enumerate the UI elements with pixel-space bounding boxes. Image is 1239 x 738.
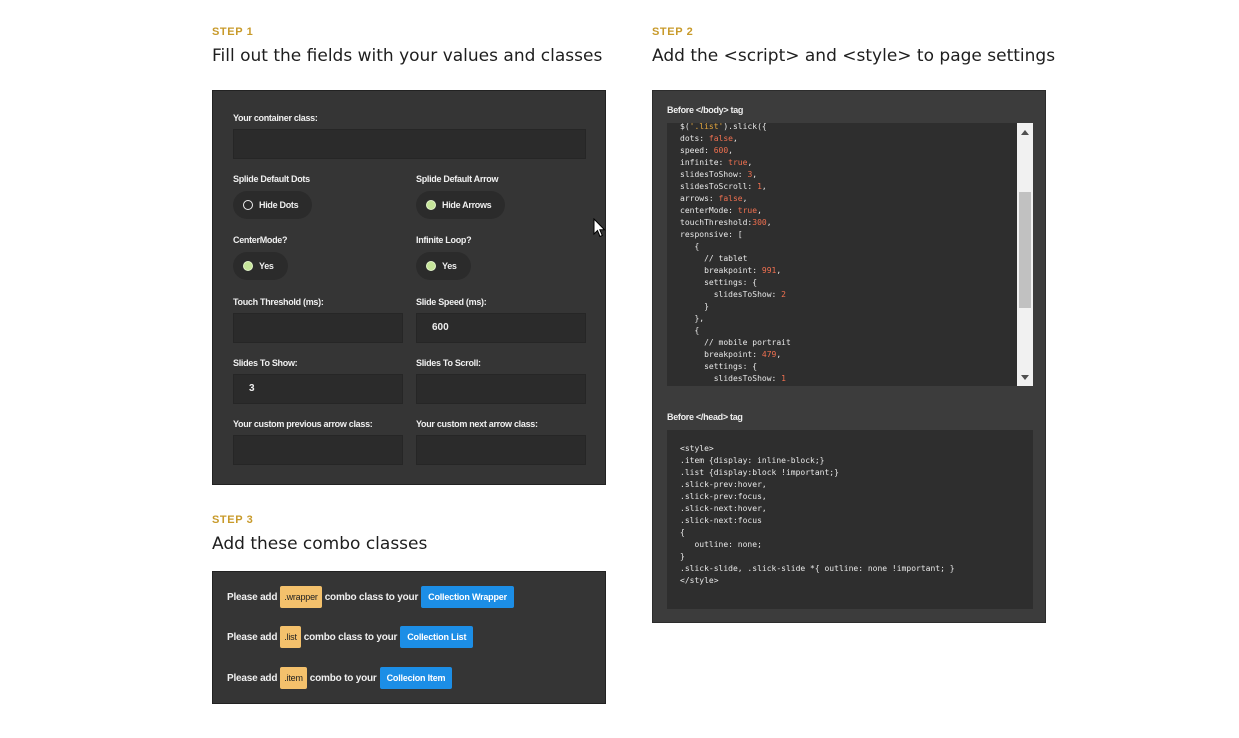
collection-target-tag: Collection List xyxy=(400,626,474,648)
code-line: slidesToShow: 1 xyxy=(680,374,786,383)
style-code: <style> .item {display: inline-block;} .li… xyxy=(680,443,955,587)
code-line: { xyxy=(680,528,685,537)
hide-arrows-label: Hide Arrows xyxy=(442,200,492,210)
slides-to-show-input[interactable]: 3 xyxy=(233,374,403,404)
code-line: outline: none; xyxy=(680,540,762,549)
code-line: } xyxy=(680,552,685,561)
code-line: speed: 600, xyxy=(680,146,733,155)
script-code-box[interactable]: $('.list').slick({ dots: false, speed: 600… xyxy=(667,123,1033,386)
hide-arrows-radio[interactable]: Hide Arrows xyxy=(416,191,506,219)
prev-arrow-class-label: Your custom previous arrow class: xyxy=(233,419,373,429)
radio-checked-icon xyxy=(426,261,436,271)
code-line: { xyxy=(680,326,700,335)
step1-form-panel: Your container class: Splide Default Dot… xyxy=(212,90,606,485)
arrow-label: Splide Default Arrow xyxy=(416,174,499,184)
prev-arrow-class-input[interactable] xyxy=(233,435,403,465)
code-line: breakpoint: 991, xyxy=(680,266,782,275)
code-line: responsive: [ xyxy=(680,230,743,239)
style-code-box[interactable]: <style> .item {display: inline-block;} .li… xyxy=(667,430,1033,609)
code-line: }, xyxy=(680,314,705,323)
combo-class-tag: .list xyxy=(280,626,301,648)
combo-row-wrapper: Please add .wrapper combo class to your … xyxy=(227,586,514,608)
radio-checked-icon xyxy=(426,200,436,210)
code-line: $('.list').slick({ xyxy=(680,123,767,131)
code-line: touchThreshold:300, xyxy=(680,218,772,227)
infinite-loop-yes-radio[interactable]: Yes xyxy=(416,252,471,280)
code-line: settings: { xyxy=(680,362,758,371)
script-code: $('.list').slick({ dots: false, speed: 600… xyxy=(680,123,791,385)
infinite-loop-yes-label: Yes xyxy=(442,261,457,271)
code-line: { xyxy=(680,242,700,251)
before-body-label: Before </body> tag xyxy=(667,105,744,115)
container-class-label: Your container class: xyxy=(233,113,318,123)
code-line: .slick-next:focus xyxy=(680,516,762,525)
scroll-down-icon[interactable] xyxy=(1017,371,1033,383)
step2-code-panel: Before </body> tag $('.list').slick({ dot… xyxy=(652,90,1046,623)
hide-dots-label: Hide Dots xyxy=(259,200,299,210)
center-mode-yes-label: Yes xyxy=(259,261,274,271)
next-arrow-class-label: Your custom next arrow class: xyxy=(416,419,538,429)
touch-threshold-label: Touch Threshold (ms): xyxy=(233,297,324,307)
slides-to-scroll-label: Slides To Scroll: xyxy=(416,358,481,368)
combo-class-tag: .item xyxy=(280,667,307,689)
slide-speed-label: Slide Speed (ms): xyxy=(416,297,487,307)
combo-class-tag: .wrapper xyxy=(280,586,322,608)
slides-to-show-label: Slides To Show: xyxy=(233,358,298,368)
center-mode-yes-radio[interactable]: Yes xyxy=(233,252,288,280)
step3-title: Add these combo classes xyxy=(212,534,428,554)
combo-prefix: Please add xyxy=(227,591,278,603)
code-line: // tablet xyxy=(680,254,748,263)
step3-combo-panel: Please add .wrapper combo class to your … xyxy=(212,571,606,704)
code-line: .slick-prev:hover, xyxy=(680,480,767,489)
code-line: .slick-next:hover, xyxy=(680,504,767,513)
combo-prefix: Please add xyxy=(227,631,278,643)
combo-row-list: Please add .list combo class to your Col… xyxy=(227,626,474,648)
code-line: infinite: true, xyxy=(680,158,753,167)
code-line: settings: { xyxy=(680,278,758,287)
code-line: .slick-prev:focus, xyxy=(680,492,767,501)
combo-middle: combo class to your xyxy=(324,591,419,603)
code-line: dots: false, xyxy=(680,134,738,143)
code-line: arrows: false, xyxy=(680,194,748,203)
scrollbar-thumb[interactable] xyxy=(1019,191,1031,308)
code-line: .list {display:block !important;} xyxy=(680,468,839,477)
combo-prefix: Please add xyxy=(227,672,278,684)
step2-label: STEP 2 xyxy=(652,26,694,38)
radio-checked-icon xyxy=(243,261,253,271)
slides-to-scroll-input[interactable] xyxy=(416,374,586,404)
code-line: </style> xyxy=(680,576,719,585)
code-line: // mobile portrait xyxy=(680,338,791,347)
step1-label: STEP 1 xyxy=(212,26,254,38)
combo-row-item: Please add .item combo to your Collecion… xyxy=(227,667,453,689)
dots-label: Splide Default Dots xyxy=(233,174,310,184)
code-line: <style> xyxy=(680,444,714,453)
slide-speed-input[interactable]: 600 xyxy=(416,313,586,343)
collection-target-tag: Collecion Item xyxy=(379,667,453,689)
before-head-label: Before </head> tag xyxy=(667,412,743,422)
code-line: .slick-slide, .slick-slide *{ outline: n… xyxy=(680,564,955,573)
code-line: centerMode: true, xyxy=(680,206,762,215)
step2-title: Add the <script> and <style> to page set… xyxy=(652,46,1056,66)
radio-unchecked-icon xyxy=(243,200,253,210)
code-line: .item {display: inline-block;} xyxy=(680,456,825,465)
hide-dots-radio[interactable]: Hide Dots xyxy=(233,191,313,219)
scroll-up-icon[interactable] xyxy=(1017,126,1033,138)
container-class-input[interactable] xyxy=(233,129,586,159)
code-line: breakpoint: 479, xyxy=(680,350,782,359)
code-line: slidesToShow: 2 xyxy=(680,290,786,299)
mouse-pointer-icon xyxy=(593,218,606,238)
center-mode-label: CenterMode? xyxy=(233,235,288,245)
step3-label: STEP 3 xyxy=(212,514,254,526)
code-line: slidesToScroll: 1, xyxy=(680,182,767,191)
infinite-loop-label: Infinite Loop? xyxy=(416,235,472,245)
touch-threshold-input[interactable] xyxy=(233,313,403,343)
code-line: } xyxy=(680,302,709,311)
combo-middle: combo class to your xyxy=(303,631,398,643)
step1-title: Fill out the fields with your values and… xyxy=(212,46,603,66)
code-line: slidesToShow: 3, xyxy=(680,170,758,179)
collection-target-tag: Collection Wrapper xyxy=(421,586,514,608)
script-scrollbar[interactable] xyxy=(1017,123,1033,386)
next-arrow-class-input[interactable] xyxy=(416,435,586,465)
combo-middle: combo to your xyxy=(309,672,377,684)
